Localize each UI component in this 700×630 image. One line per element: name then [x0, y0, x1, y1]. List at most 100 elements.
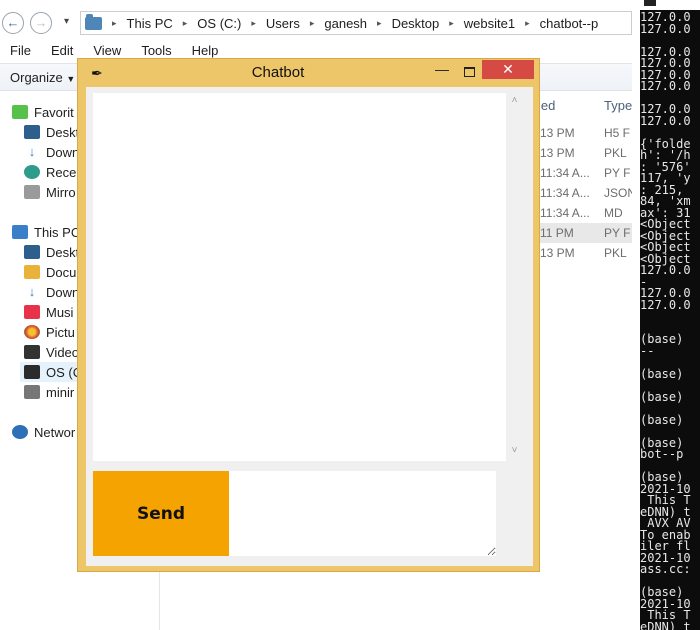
nav-fav-recent[interactable]: Recer: [24, 162, 81, 182]
nav-label: Deskt: [46, 244, 80, 260]
file-type: PY F: [604, 166, 631, 180]
terminal-icon: [644, 0, 656, 6]
nav-label: Networ: [34, 424, 76, 440]
nav-pc-downloads[interactable]: ↓ Down: [24, 282, 79, 302]
file-type: PY F: [604, 226, 631, 240]
nav-label: Favorit: [34, 104, 74, 120]
file-modified: 13 PM: [540, 126, 575, 140]
close-button[interactable]: ✕: [482, 60, 534, 79]
title-bar[interactable]: ✒ Chatbot — ✕: [78, 59, 539, 87]
address-row: ← → ▾ ▸ This PC ▸ OS (C:) ▸ Users ▸ gane…: [0, 6, 632, 40]
nav-label: Musi: [46, 304, 74, 320]
column-header-type[interactable]: Type: [604, 98, 632, 113]
nav-label: Deskt: [46, 124, 80, 140]
computer-icon: [12, 225, 28, 239]
chat-log[interactable]: [93, 93, 506, 461]
nav-label: This PC: [34, 224, 81, 240]
chat-scrollbar[interactable]: ˄ ˅: [506, 93, 523, 461]
crumb-separator-icon: ▸: [449, 17, 454, 28]
nav-pc-desktop[interactable]: Deskt: [24, 242, 79, 262]
chevron-down-icon: ▼: [66, 74, 76, 84]
file-modified: 11:34 A...: [540, 166, 590, 180]
breadcrumb-desktop[interactable]: Desktop: [392, 16, 440, 31]
nav-label: Mirro: [46, 184, 76, 200]
file-modified: 11:34 A...: [540, 206, 590, 220]
nav-label: Down: [46, 144, 80, 160]
nav-pc-videos[interactable]: Video: [24, 342, 79, 362]
drive-icon: [24, 385, 40, 399]
drive-icon: [24, 365, 40, 379]
window-gap: [632, 0, 640, 630]
recent-icon: [24, 165, 40, 179]
send-button[interactable]: Send: [93, 471, 229, 556]
nav-network[interactable]: Networ: [12, 422, 75, 442]
breadcrumb-chatbot[interactable]: chatbot--p: [540, 16, 599, 31]
terminal-output: 127.0.0 127.0.0 127.0.0 127.0.0 127.0.0 …: [640, 10, 691, 630]
message-input[interactable]: [229, 471, 496, 556]
nav-label: Recer: [46, 164, 81, 180]
nav-label: Video: [46, 344, 80, 360]
terminal-window[interactable]: 127.0.0 127.0.0 127.0.0 127.0.0 127.0.0 …: [640, 0, 700, 630]
crumb-separator-icon: ▸: [309, 17, 315, 28]
nav-pc-minir[interactable]: minir: [24, 382, 74, 402]
nav-pc-music[interactable]: Musi: [24, 302, 73, 322]
nav-fav-desktop[interactable]: Deskt: [24, 122, 79, 142]
scroll-up-icon[interactable]: ˄: [506, 95, 523, 109]
breadcrumb-users[interactable]: Users: [266, 16, 300, 31]
chat-client-area: ˄ ˅ Send: [86, 87, 533, 566]
nav-label: Pictu: [46, 324, 75, 340]
nav-label: Docu: [46, 264, 77, 280]
nav-favorites[interactable]: Favorit: [12, 102, 74, 122]
nav-pc-pictures[interactable]: Pictu: [24, 322, 75, 342]
file-modified: 13 PM: [540, 246, 575, 260]
network-icon: [12, 425, 28, 439]
breadcrumb-ganesh[interactable]: ganesh: [324, 16, 367, 31]
crumb-separator-icon: ▸: [251, 17, 256, 28]
file-type: MD: [604, 206, 623, 220]
breadcrumb-os[interactable]: OS (C:): [197, 16, 241, 31]
documents-icon: [24, 265, 40, 279]
file-modified: 11:34 A...: [540, 186, 590, 200]
file-type: H5 F: [604, 126, 631, 140]
videos-icon: [24, 345, 40, 359]
maximize-button[interactable]: [460, 61, 480, 79]
crumb-separator-icon: ▸: [182, 17, 188, 28]
crumb-separator-icon: ▸: [377, 17, 382, 28]
nav-this-pc[interactable]: This PC: [12, 222, 80, 242]
breadcrumb-website1[interactable]: website1: [464, 16, 515, 31]
download-icon: ↓: [24, 145, 40, 159]
back-icon[interactable]: ←: [2, 12, 24, 34]
forward-icon[interactable]: →: [30, 12, 52, 34]
file-type: PKL: [604, 246, 627, 260]
crumb-separator-icon: ▸: [525, 17, 530, 28]
nav-fav-downloads[interactable]: ↓ Down: [24, 142, 79, 162]
menu-edit[interactable]: Edit: [51, 40, 73, 62]
file-modified: 13 PM: [540, 146, 575, 160]
menu-file[interactable]: File: [10, 40, 31, 62]
pictures-icon: [24, 325, 40, 339]
minimize-button[interactable]: —: [432, 61, 452, 79]
favorites-icon: [12, 105, 28, 119]
nav-fav-mirror[interactable]: Mirro: [24, 182, 76, 202]
music-icon: [24, 305, 40, 319]
address-bar[interactable]: ▸ This PC ▸ OS (C:) ▸ Users ▸ ganesh ▸ D…: [80, 11, 632, 35]
scroll-down-icon[interactable]: ˅: [506, 445, 523, 459]
column-header-modified[interactable]: ied: [538, 98, 555, 113]
organize-label: Organize: [10, 70, 63, 85]
nav-pc-documents[interactable]: Docu: [24, 262, 76, 282]
download-icon: ↓: [24, 285, 40, 299]
organize-button[interactable]: Organize ▼: [10, 70, 75, 85]
desktop-icon: [24, 245, 40, 259]
file-type: PKL: [604, 146, 627, 160]
desktop-icon: [24, 125, 40, 139]
folder-icon: [85, 13, 102, 30]
file-modified: 11 PM: [540, 226, 574, 240]
window-title: Chatbot: [251, 64, 305, 81]
chatbot-window: ✒ Chatbot — ✕ ˄ ˅ Send: [77, 58, 540, 572]
nav-label: minir: [46, 384, 75, 400]
crumb-separator-icon: ▸: [112, 17, 117, 28]
recent-locations-icon[interactable]: ▾: [64, 16, 69, 27]
breadcrumb-this-pc[interactable]: This PC: [127, 16, 173, 31]
nav-label: Down: [46, 284, 80, 300]
drive-icon: [24, 185, 40, 199]
